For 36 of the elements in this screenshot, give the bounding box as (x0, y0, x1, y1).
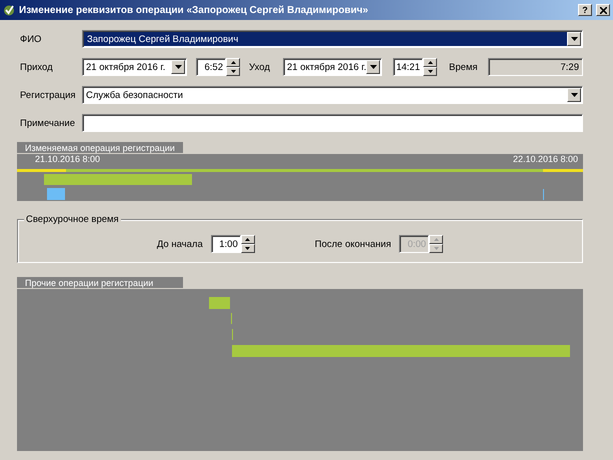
close-button[interactable] (596, 4, 610, 16)
field-label: Регистрация (20, 90, 77, 100)
up-arrow-icon (434, 238, 439, 241)
field-label: После окончания (314, 238, 392, 250)
duration-field: 7:29 (488, 58, 583, 76)
field-label: Приход (20, 62, 54, 72)
up-arrow-icon (428, 61, 432, 64)
dropdown-arrow-icon (570, 37, 578, 41)
down-arrow-icon (428, 70, 432, 73)
date-picker[interactable]: 21 октября 2016 г. (283, 58, 382, 76)
field-label: Уход (249, 62, 271, 72)
checkmark-icon (3, 4, 15, 16)
down-arrow-icon (230, 70, 236, 73)
dropdown-arrow-icon (570, 93, 578, 97)
window-title: Изменение реквизитов операции «Запорожец Сергей Владимирович» (19, 4, 370, 16)
down-arrow-icon (434, 247, 439, 250)
date-picker[interactable]: 21 октября 2016 г. (82, 58, 187, 76)
field-label: Время (449, 62, 479, 72)
field-label: ФИО (20, 34, 42, 44)
up-arrow-icon (245, 238, 250, 241)
field-label: До начала (156, 238, 203, 250)
dropdown-arrow-icon (370, 65, 377, 69)
name-combo[interactable]: Запорожец Сергей Владимирович (82, 30, 583, 48)
down-arrow-icon (245, 247, 250, 250)
close-icon (600, 6, 606, 14)
panel-title: Прочие операции регистрации (17, 277, 184, 288)
registration-combo[interactable]: Служба безопасности (82, 86, 583, 104)
note-field[interactable] (82, 114, 583, 132)
panel-title: Изменяемая операция регистрации (17, 142, 183, 153)
dropdown-arrow-icon (174, 65, 182, 69)
axis-label: 21.10.2016 8:00 (35, 154, 100, 164)
group-title: Сверхурочное время (24, 214, 121, 225)
axis-label: 22.10.2016 8:00 (512, 154, 578, 164)
help-button[interactable]: ? (578, 4, 592, 16)
up-arrow-icon (230, 61, 236, 64)
field-label: Примечание (20, 118, 76, 128)
